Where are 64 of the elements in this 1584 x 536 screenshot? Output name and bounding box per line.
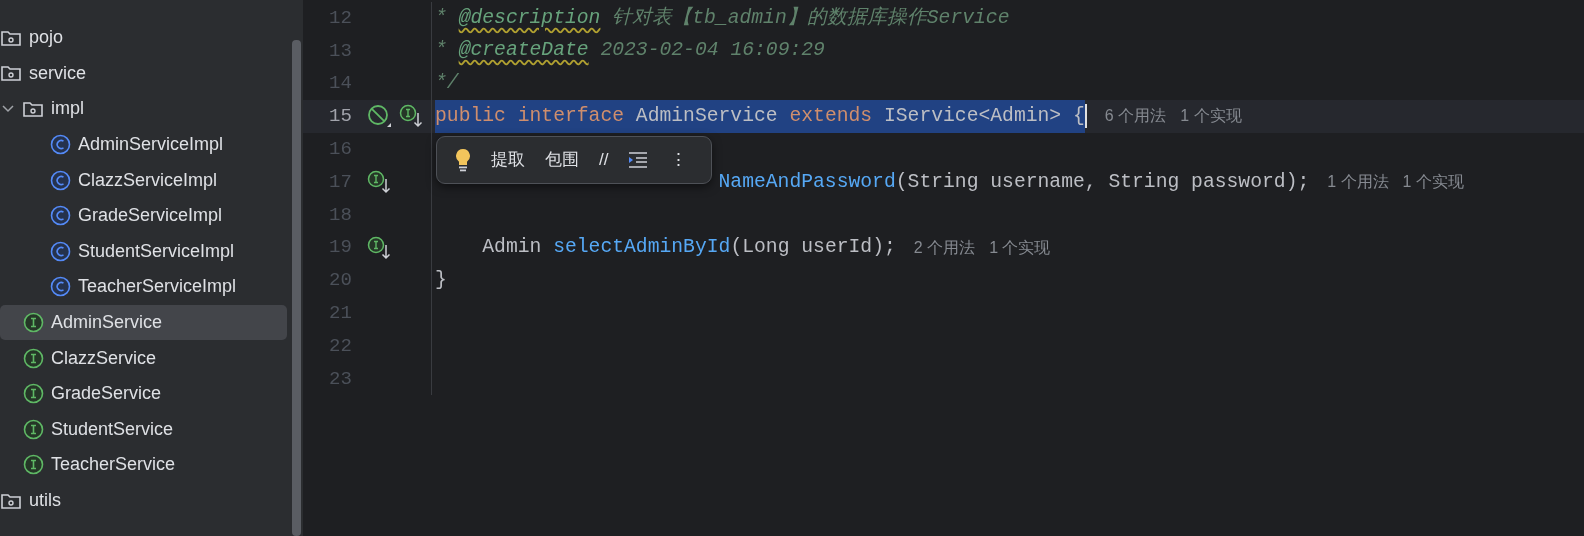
code-line: NameAndPassword(String username, String password);: [718, 169, 1310, 195]
class-icon: [50, 169, 71, 191]
tree-label: TeacherServiceImpl: [78, 275, 237, 299]
scrollbar-thumb[interactable]: [292, 40, 301, 536]
toolbar-action[interactable]: //: [599, 147, 609, 173]
tree-label: TeacherService: [51, 453, 176, 477]
tree-item[interactable]: AdminServiceImpl: [0, 126, 287, 163]
class-icon: [50, 134, 71, 156]
tree-label: GradeService: [51, 382, 162, 406]
interface-icon: [23, 347, 44, 369]
implemented-icon[interactable]: [367, 234, 393, 261]
tree-item[interactable]: TeacherService: [0, 447, 287, 483]
implemented-icon[interactable]: [399, 103, 425, 130]
toolbar-action[interactable]: 提取: [491, 147, 525, 173]
code-line: }: [435, 267, 447, 293]
tree-item[interactable]: impl: [0, 91, 287, 127]
lightbulb-icon[interactable]: [455, 148, 471, 172]
tree-item[interactable]: pojo: [0, 20, 287, 56]
code-line: */: [435, 71, 459, 97]
tree-label: ClazzService: [51, 346, 157, 370]
implementation-hint[interactable]: 1 个实现: [989, 235, 1051, 260]
implemented-icon[interactable]: [367, 168, 393, 195]
tree-label: AdminService: [51, 311, 163, 335]
code-line: * @createDate 2023-02-04 16:09:29: [435, 38, 825, 64]
tree-item[interactable]: service: [0, 55, 287, 92]
class-icon: [50, 205, 71, 227]
tree-label: GradeServiceImpl: [78, 204, 223, 228]
tree-label: StudentServiceImpl: [78, 239, 235, 263]
usage-hint[interactable]: 2 个用法: [913, 235, 976, 260]
usage-hint[interactable]: 6 个用法: [1104, 104, 1167, 129]
class-icon: [50, 276, 71, 298]
indent-icon[interactable]: [628, 152, 649, 168]
interface-icon: [23, 383, 44, 405]
toolbar-action[interactable]: ⋮: [670, 147, 688, 173]
folder-icon: [0, 63, 22, 84]
tree-label: utils: [29, 489, 61, 512]
tree-label: service: [29, 61, 86, 85]
implementation-hint[interactable]: 1 个实现: [1402, 169, 1464, 194]
interface-icon: [23, 312, 44, 334]
tree-item[interactable]: ClazzServiceImpl: [0, 162, 287, 198]
interface-icon: [23, 454, 44, 476]
usage-hint[interactable]: 1 个用法: [1327, 169, 1389, 194]
implementation-hint[interactable]: 1 个实现: [1180, 104, 1242, 129]
interface-icon: [23, 418, 44, 440]
tree-item[interactable]: ClazzService: [0, 340, 287, 376]
tree-item[interactable]: GradeServiceImpl: [0, 197, 287, 234]
tree-label: ClazzServiceImpl: [78, 168, 218, 192]
tree-label: AdminServiceImpl: [78, 133, 224, 157]
tree-item[interactable]: TeacherServiceImpl: [0, 269, 287, 305]
tree-label: impl: [51, 97, 84, 121]
text-cursor: [1084, 104, 1087, 129]
code-line: * @description 针对表【tb_admin】的数据库操作Service: [435, 5, 1010, 31]
tree-item[interactable]: StudentServiceImpl: [0, 233, 287, 270]
toolbar-action[interactable]: 包围: [545, 147, 579, 173]
tree-item[interactable]: GradeService: [0, 375, 287, 412]
tree-item[interactable]: utils: [0, 482, 287, 519]
tree-item[interactable]: AdminService: [0, 304, 287, 341]
tree-label: pojo: [29, 26, 64, 50]
folder-icon: [22, 99, 44, 119]
class-icon: [50, 240, 71, 262]
line-number: 15: [329, 104, 353, 130]
tree-label: StudentService: [51, 417, 174, 441]
tree-item[interactable]: StudentService: [0, 411, 287, 448]
code-line: Admin selectAdminById(Long userId);: [481, 235, 896, 261]
